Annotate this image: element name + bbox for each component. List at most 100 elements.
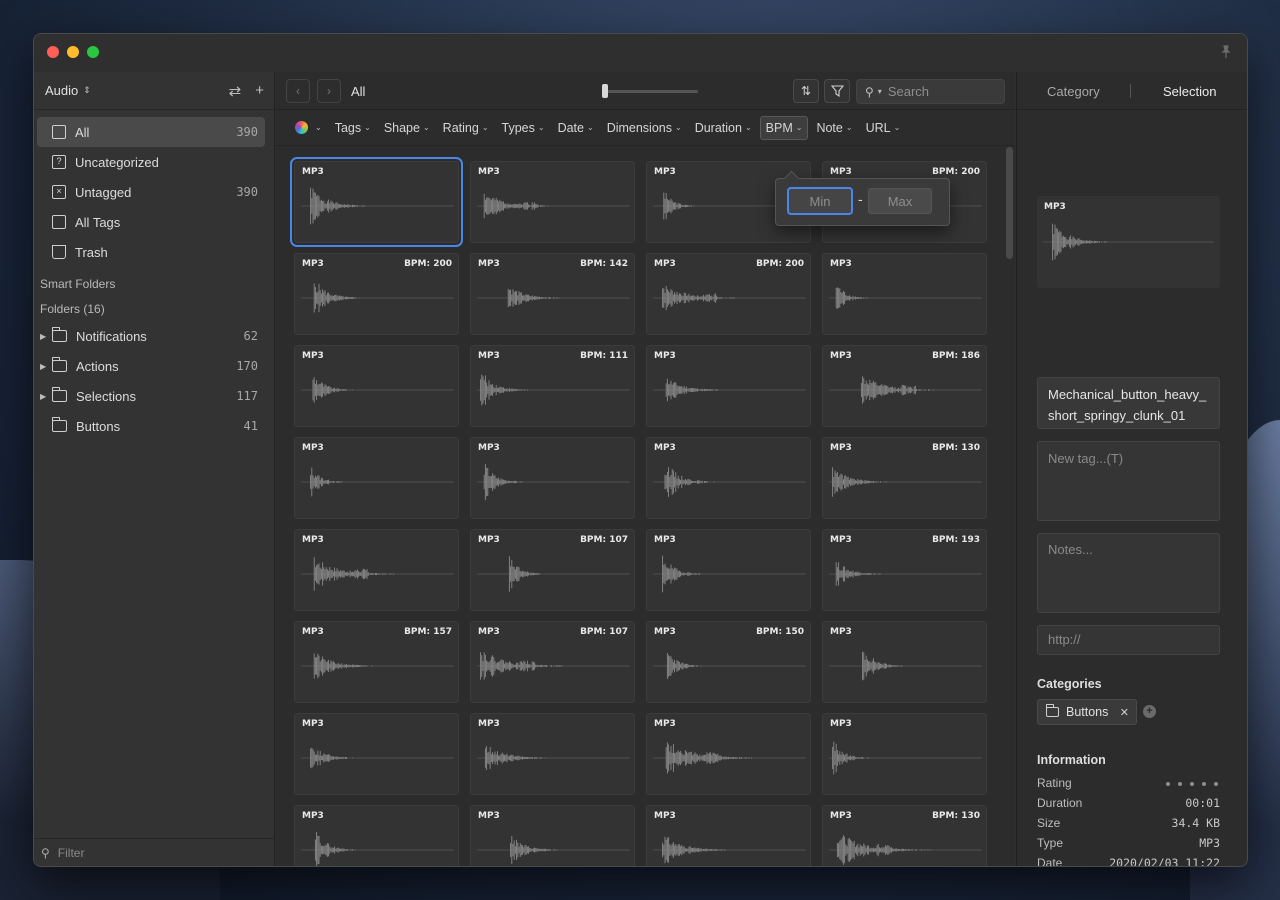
smart-folders-header[interactable]: Smart Folders <box>34 271 274 296</box>
asset-tile[interactable]: MP3 BPM: 107 <box>470 621 635 703</box>
filter-tags[interactable]: Tags ⌄ <box>330 117 376 139</box>
url-field[interactable]: http:// <box>1037 625 1220 655</box>
asset-tile[interactable]: MP3 <box>822 621 987 703</box>
asset-tile[interactable]: MP3 BPM: 186 <box>822 345 987 427</box>
rating-dot-icon[interactable] <box>1214 782 1218 786</box>
disclosure-triangle-icon[interactable]: ▶ <box>40 332 46 341</box>
color-filter[interactable]: ⌄ <box>290 117 327 138</box>
filter-shape[interactable]: Shape ⌄ <box>379 117 435 139</box>
waveform-preview[interactable]: MP3 <box>1037 196 1220 288</box>
filter-types[interactable]: Types ⌄ <box>497 117 550 139</box>
filter-button[interactable] <box>824 79 850 103</box>
remove-icon[interactable]: ✕ <box>1120 706 1129 719</box>
asset-tile[interactable]: MP3 <box>646 805 811 866</box>
chevron-down-icon: ⌄ <box>481 123 489 132</box>
add-icon[interactable]: + <box>255 82 264 100</box>
asset-tile[interactable]: MP3 <box>822 713 987 795</box>
filter-note[interactable]: Note ⌄ <box>811 117 857 139</box>
add-category-button[interactable]: + <box>1143 705 1156 718</box>
waveform-icon <box>477 288 630 308</box>
asset-tile[interactable]: MP3 <box>294 713 459 795</box>
minimize-window-button[interactable] <box>67 46 79 58</box>
asset-tile[interactable]: MP3 BPM: 200 <box>294 253 459 335</box>
disclosure-triangle-icon[interactable]: ▶ <box>40 362 46 371</box>
asset-tile[interactable]: MP3 <box>470 437 635 519</box>
swap-icon[interactable]: ⇄ <box>229 82 242 100</box>
category-chip[interactable]: Buttons ✕ <box>1037 699 1137 725</box>
asset-tile[interactable]: MP3 <box>646 713 811 795</box>
waveform-icon <box>477 374 630 406</box>
rating-dot-icon[interactable] <box>1190 782 1194 786</box>
asset-tile[interactable]: MP3 <box>470 805 635 866</box>
asset-tile[interactable]: MP3 <box>470 161 635 243</box>
sidebar-item-all-tags[interactable]: All Tags <box>37 207 265 237</box>
asset-tile[interactable]: MP3 <box>822 253 987 335</box>
filter-rating[interactable]: Rating ⌄ <box>438 117 494 139</box>
trash-icon <box>52 245 66 259</box>
asset-tile[interactable]: MP3 <box>294 437 459 519</box>
grid-scrollbar[interactable] <box>1006 147 1013 259</box>
filter-bpm[interactable]: BPM ⌄ <box>759 115 809 140</box>
rating-stars[interactable] <box>1166 782 1218 786</box>
asset-tile[interactable]: MP3 <box>294 529 459 611</box>
asset-tile[interactable]: MP3 <box>470 713 635 795</box>
folder-buttons[interactable]: Buttons 41 <box>37 411 265 441</box>
bpm-min-input[interactable]: Min <box>788 188 852 214</box>
filter-dimensions[interactable]: Dimensions ⌄ <box>602 117 687 139</box>
format-badge: MP3 <box>478 443 500 453</box>
sort-button[interactable]: ⇅ <box>793 79 819 103</box>
sidebar-item-uncategorized[interactable]: ? Uncategorized <box>37 147 265 177</box>
bpm-max-input[interactable]: Max <box>868 188 932 214</box>
asset-tile[interactable]: MP3 <box>294 345 459 427</box>
chevron-down-icon: ▾ <box>877 87 882 96</box>
waveform-icon <box>829 562 982 586</box>
asset-tile[interactable]: MP3 BPM: 111 <box>470 345 635 427</box>
tab-category[interactable]: Category <box>1047 84 1100 99</box>
asset-tile[interactable]: MP3 BPM: 130 <box>822 805 987 866</box>
asset-tile[interactable]: MP3 <box>646 529 811 611</box>
zoom-slider-track[interactable] <box>604 90 698 93</box>
zoom-slider-knob[interactable] <box>602 84 608 98</box>
zoom-window-button[interactable] <box>87 46 99 58</box>
rating-dot-icon[interactable] <box>1166 782 1170 786</box>
asset-tile[interactable]: MP3 BPM: 200 <box>646 253 811 335</box>
close-window-button[interactable] <box>47 46 59 58</box>
folder-selections[interactable]: ▶ Selections 117 <box>37 381 265 411</box>
tag-input[interactable]: New tag...(T) <box>1037 441 1220 521</box>
rating-dot-icon[interactable] <box>1202 782 1206 786</box>
library-switcher[interactable]: Audio ⇕ ⇄ + <box>34 72 274 110</box>
asset-tile[interactable]: MP3 <box>646 437 811 519</box>
asset-tile[interactable]: MP3 <box>290 157 463 247</box>
filter-label: Types <box>501 120 535 135</box>
sidebar-item-trash[interactable]: Trash <box>37 237 265 267</box>
filter-date[interactable]: Date ⌄ <box>553 117 599 139</box>
forward-button[interactable]: › <box>317 79 341 103</box>
filename-field[interactable]: Mechanical_button_heavy_short_springy_cl… <box>1037 377 1220 429</box>
format-badge: MP3 <box>302 811 324 821</box>
pin-icon[interactable] <box>1219 45 1233 59</box>
format-badge: MP3 <box>654 719 676 729</box>
asset-tile[interactable]: MP3 BPM: 107 <box>470 529 635 611</box>
asset-tile[interactable]: MP3 BPM: 142 <box>470 253 635 335</box>
search-input[interactable]: ⚲ ▾ Search <box>856 79 1005 104</box>
disclosure-triangle-icon[interactable]: ▶ <box>40 392 46 401</box>
bpm-max-placeholder: Max <box>887 193 913 209</box>
asset-tile[interactable]: MP3 BPM: 150 <box>646 621 811 703</box>
sidebar-item-untagged[interactable]: × Untagged 390 <box>37 177 265 207</box>
sidebar-filter-field[interactable]: ⚲ Filter <box>34 838 274 866</box>
asset-tile[interactable]: MP3 BPM: 157 <box>294 621 459 703</box>
asset-tile[interactable]: MP3 BPM: 130 <box>822 437 987 519</box>
tab-selection[interactable]: Selection <box>1163 84 1216 99</box>
sidebar-item-all[interactable]: All 390 <box>37 117 265 147</box>
folders-header[interactable]: Folders (16) <box>34 296 274 321</box>
folder-notifications[interactable]: ▶ Notifications 62 <box>37 321 265 351</box>
rating-dot-icon[interactable] <box>1178 782 1182 786</box>
back-button[interactable]: ‹ <box>286 79 310 103</box>
filter-url[interactable]: URL ⌄ <box>861 117 906 139</box>
asset-tile[interactable]: MP3 <box>294 805 459 866</box>
notes-field[interactable]: Notes... <box>1037 533 1220 613</box>
asset-tile[interactable]: MP3 <box>646 345 811 427</box>
filter-duration[interactable]: Duration ⌄ <box>690 117 757 139</box>
folder-actions[interactable]: ▶ Actions 170 <box>37 351 265 381</box>
asset-tile[interactable]: MP3 BPM: 193 <box>822 529 987 611</box>
